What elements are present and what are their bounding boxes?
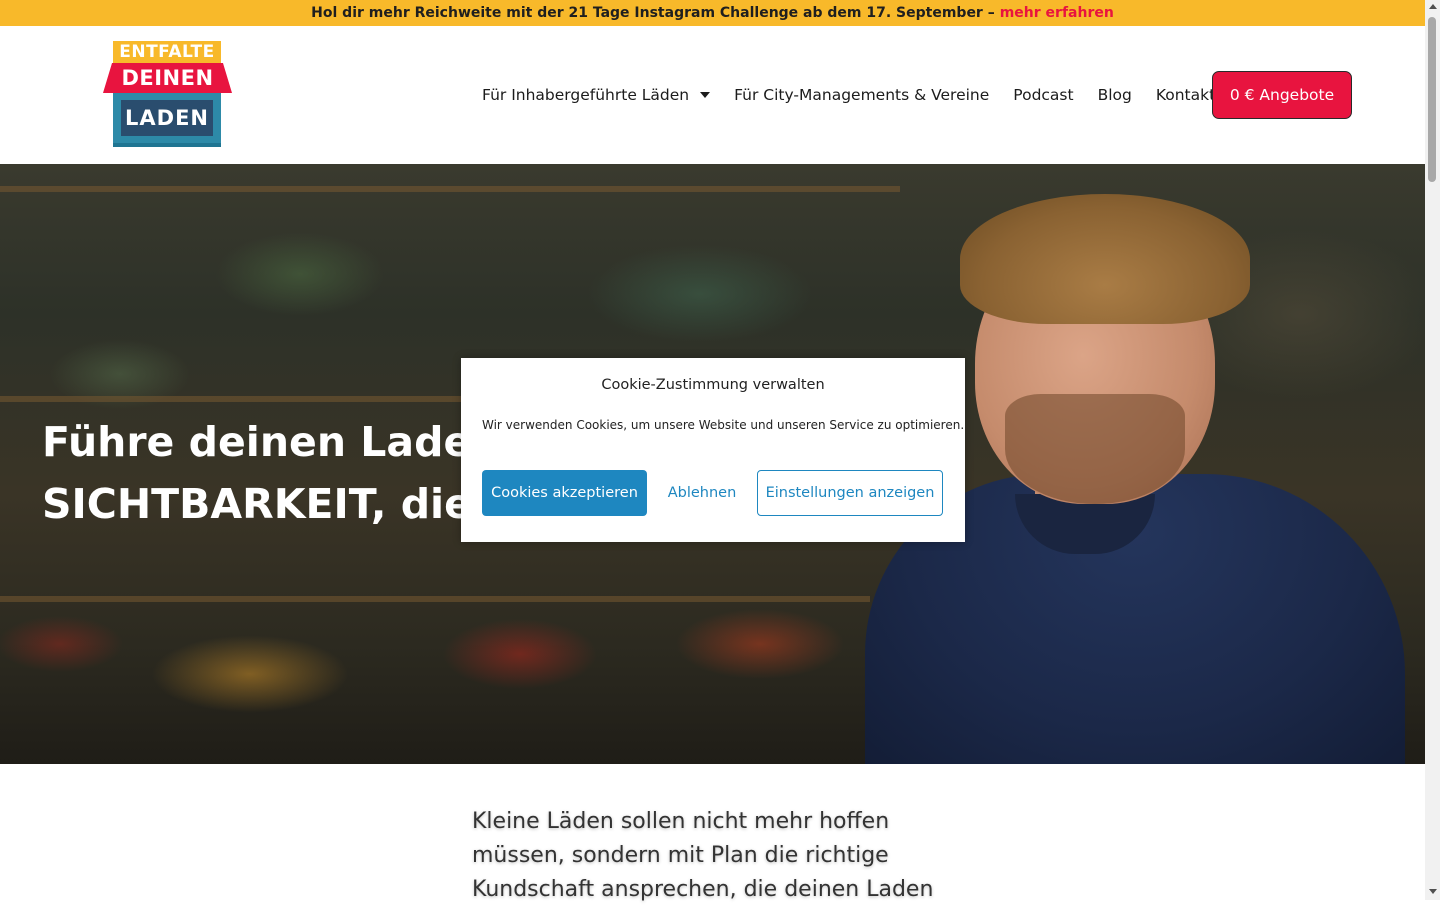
- site-header: ENTFALTE DEINEN LADEN Für Inhabergeführt…: [0, 26, 1425, 164]
- cookie-dialog-text: Wir verwenden Cookies, um unsere Website…: [482, 418, 965, 432]
- decline-cookies-button[interactable]: Ablehnen: [657, 470, 747, 516]
- logo-line-3-box: LADEN: [113, 93, 221, 147]
- nav-item-inhabergefuehrte-laeden[interactable]: Für Inhabergeführte Läden: [482, 86, 711, 104]
- nav-item-label: Blog: [1097, 86, 1132, 104]
- cookie-settings-button[interactable]: Einstellungen anzeigen: [757, 470, 943, 516]
- accept-cookies-button[interactable]: Cookies akzeptieren: [482, 470, 647, 516]
- offers-button[interactable]: 0 € Angebote: [1212, 71, 1352, 119]
- nav-item-blog[interactable]: Blog: [1098, 86, 1132, 104]
- scroll-down-arrow-icon[interactable]: [1429, 889, 1437, 894]
- nav-item-kontakt[interactable]: Kontakt: [1156, 86, 1215, 104]
- scroll-up-arrow-icon[interactable]: [1429, 4, 1437, 9]
- cookie-dialog-title: Cookie-Zustimmung verwalten: [601, 377, 825, 393]
- announcement-bar: Hol dir mehr Reichweite mit der 21 Tage …: [0, 0, 1425, 26]
- nav-item-label: Kontakt: [1155, 86, 1216, 104]
- intro-text: Kleine Läden sollen nicht mehr hoffen mü…: [472, 809, 934, 902]
- main-nav: Für Inhabergeführte Läden Für City-Manag…: [482, 26, 1215, 164]
- portrait-beard: [1005, 394, 1185, 504]
- page-scrollbar[interactable]: [1425, 0, 1440, 900]
- nav-item-label: Für City-Managements & Vereine: [734, 86, 990, 104]
- logo-line-3: LADEN: [121, 100, 213, 136]
- site-logo[interactable]: ENTFALTE DEINEN LADEN: [103, 41, 232, 149]
- portrait-hair: [960, 194, 1250, 324]
- cookie-consent-dialog: Cookie-Zustimmung verwalten Wir verwende…: [461, 358, 965, 542]
- announcement-text: Hol dir mehr Reichweite mit der 21 Tage …: [311, 5, 995, 21]
- nav-item-podcast[interactable]: Podcast: [1013, 86, 1073, 104]
- logo-line-2: DEINEN: [103, 63, 232, 93]
- scrollbar-thumb[interactable]: [1428, 17, 1436, 182]
- nav-item-label: Podcast: [1013, 86, 1074, 104]
- logo-line-1: ENTFALTE: [113, 41, 221, 63]
- shelf-line: [0, 596, 870, 602]
- announcement-link[interactable]: mehr erfahren: [1000, 5, 1114, 21]
- caret-down-icon: [700, 92, 711, 98]
- nav-item-label: Für Inhabergeführte Läden: [482, 86, 690, 104]
- shelf-line: [0, 186, 900, 192]
- nav-item-city-managements[interactable]: Für City-Managements & Vereine: [734, 86, 989, 104]
